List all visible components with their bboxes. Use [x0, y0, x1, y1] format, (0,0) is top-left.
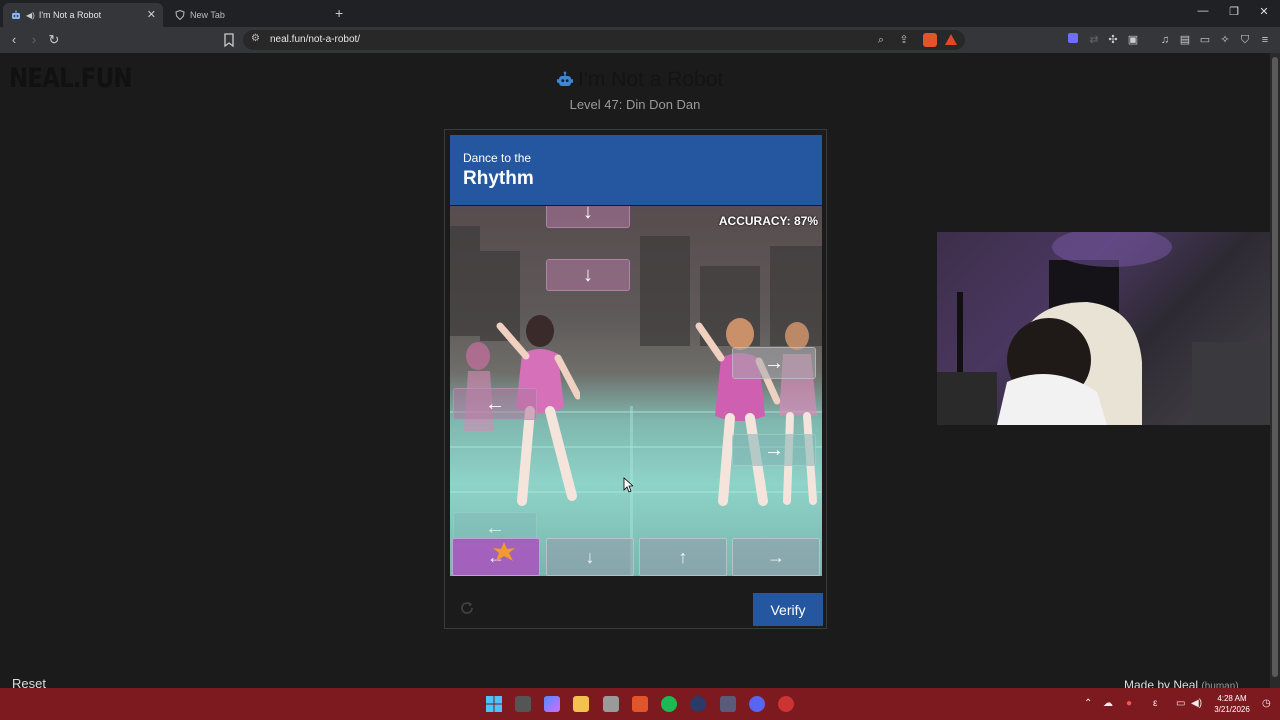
site-logo[interactable]: NEAL.FUN — [9, 63, 133, 94]
receptor-up[interactable]: ↑ — [639, 538, 727, 576]
clock-date: 3/21/2026 — [1214, 705, 1250, 714]
page-scrollbar[interactable] — [1270, 53, 1280, 688]
captcha-instruction: Dance to the — [463, 151, 532, 165]
vpn-shield-icon[interactable]: ⛉ — [1238, 33, 1252, 47]
scrollbar-thumb[interactable] — [1272, 57, 1278, 677]
extension-icon[interactable]: ⇄ — [1087, 33, 1101, 47]
dancer-figure — [695, 318, 817, 506]
file-explorer-icon[interactable] — [573, 696, 589, 712]
falling-note-down: ↓ — [546, 259, 630, 291]
system-clock[interactable]: 4:28 AM 3/21/2026 — [1209, 693, 1255, 715]
brave-rewards-icon[interactable] — [944, 33, 958, 47]
microphone-icon[interactable]: ● — [1126, 698, 1132, 709]
close-tab-icon[interactable]: ✕ — [147, 8, 156, 21]
minimize-icon[interactable]: — — [1193, 5, 1213, 17]
reload-icon[interactable]: ↻ — [45, 31, 63, 49]
address-bar[interactable]: ⚙ neal.fun/not-a-robot/ ⌕ ⇪ — [243, 30, 965, 50]
background-building — [640, 236, 690, 346]
restore-icon[interactable]: ❐ — [1224, 5, 1244, 18]
tab-title: New Tab — [190, 10, 225, 20]
extension-shield-icon[interactable] — [1066, 33, 1080, 47]
browser-nav-bar: ‹ › ↻ ⚙ neal.fun/not-a-robot/ ⌕ ⇪ ⇄ ✣ ▣ … — [0, 27, 1280, 53]
webcam-overlay — [937, 232, 1272, 425]
site-settings-icon[interactable]: ⚙ — [251, 33, 260, 44]
capcut-icon[interactable] — [603, 696, 619, 712]
captcha-instruction-title: Rhythm — [463, 168, 534, 189]
robot-favicon-icon — [11, 10, 21, 20]
windows-taskbar: ⌃ ☁ ● ε ▭ ◀) 4:28 AM 3/21/2026 ◷ — [0, 688, 1280, 720]
tray-overflow-icon[interactable]: ⌃ — [1084, 698, 1092, 709]
hit-spark-icon — [493, 542, 515, 561]
page-title-text: I'm Not a Robot — [578, 68, 724, 91]
obs-icon[interactable] — [778, 696, 794, 712]
url-text[interactable]: neal.fun/not-a-robot/ — [270, 34, 360, 45]
accuracy-readout: ACCURACY: 87% — [718, 214, 818, 228]
brave-shields-icon[interactable] — [923, 33, 937, 47]
screenshot-icon[interactable]: ▣ — [1126, 33, 1140, 47]
level-label: Level 47: Din Don Dan — [569, 97, 701, 112]
music-icon[interactable]: ♫ — [1158, 33, 1172, 47]
copilot-icon[interactable] — [544, 696, 560, 712]
keyboard-layout-icon[interactable]: ε — [1153, 698, 1157, 709]
mouse-cursor-icon — [623, 477, 633, 493]
reload-challenge-icon[interactable] — [459, 600, 475, 616]
sidebar-icon[interactable]: ▤ — [1178, 33, 1192, 47]
receptor-right[interactable]: → — [732, 538, 820, 576]
new-tab-button[interactable]: + — [335, 5, 343, 21]
leo-ai-icon[interactable]: ✧ — [1218, 33, 1232, 47]
receptor-down[interactable]: ↓ — [546, 538, 634, 576]
app-icon[interactable] — [720, 696, 736, 712]
rhythm-game-area[interactable]: ↓ ↓ → ← → ← ← ↓ ↑ → ACCURACY: 87% — [450, 206, 822, 576]
windows-start-icon[interactable] — [486, 696, 502, 712]
zoom-icon[interactable]: ⌕ — [873, 32, 889, 48]
tab-new-tab[interactable]: New Tab — [167, 3, 332, 27]
falling-note-right: → — [732, 347, 816, 379]
browser-tab-bar: ◀) I'm Not a Robot ✕ New Tab + — ❐ ✕ — [0, 0, 1280, 27]
falling-note-left: ← — [453, 388, 537, 420]
falling-note-down: ↓ — [546, 206, 630, 228]
page-title: I'm Not a Robot — [556, 67, 736, 93]
captcha-header: Dance to the Rhythm — [450, 135, 822, 205]
verify-button[interactable]: Verify — [753, 593, 823, 626]
speaker-icon[interactable]: ◀) — [26, 11, 35, 20]
webcam-scene — [937, 232, 1272, 425]
close-icon[interactable]: ✕ — [1254, 5, 1274, 18]
onedrive-icon[interactable]: ☁ — [1103, 698, 1113, 709]
notification-icon[interactable]: ◷ — [1262, 698, 1271, 709]
clock-time: 4:28 AM — [1217, 694, 1247, 703]
task-view-icon[interactable] — [515, 696, 531, 712]
forward-icon[interactable]: › — [25, 31, 43, 49]
share-icon[interactable]: ⇪ — [896, 32, 912, 48]
spotify-icon[interactable] — [661, 696, 677, 712]
discord-icon[interactable] — [749, 696, 765, 712]
app-icon[interactable] — [690, 696, 706, 712]
tab-active[interactable]: ◀) I'm Not a Robot ✕ — [3, 3, 163, 27]
falling-note-right: → — [732, 434, 816, 466]
volume-icon[interactable]: ◀) — [1191, 698, 1202, 709]
wallet-icon[interactable]: ▭ — [1198, 33, 1212, 47]
puzzle-icon[interactable]: ✣ — [1106, 33, 1120, 47]
receptor-left[interactable]: ← — [452, 538, 540, 576]
tab-title: I'm Not a Robot — [38, 10, 102, 20]
back-icon[interactable]: ‹ — [5, 31, 23, 49]
bookmark-icon[interactable] — [222, 32, 236, 48]
page-content: NEAL.FUN I'm Not a Robot Level 47: Din D… — [0, 53, 1272, 692]
shield-favicon-icon — [175, 10, 185, 20]
network-icon[interactable]: ▭ — [1176, 698, 1185, 709]
brave-browser-icon[interactable] — [632, 696, 648, 712]
captcha-widget: Dance to the Rhythm ↓ ↓ → ← → ← ← ↓ ↑ → … — [444, 129, 827, 629]
robot-icon — [557, 71, 573, 86]
menu-icon[interactable]: ≡ — [1258, 33, 1272, 47]
